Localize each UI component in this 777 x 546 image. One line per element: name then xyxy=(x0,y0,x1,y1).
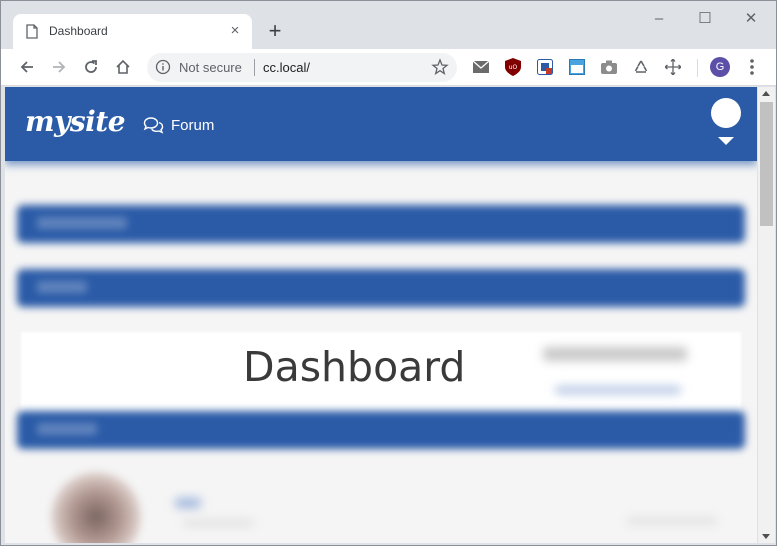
home-icon xyxy=(116,59,130,74)
page-viewport: mysite Forum Dashboard xyxy=(5,87,757,543)
blurred-text xyxy=(543,347,687,361)
camera-icon xyxy=(601,60,617,74)
page-icon xyxy=(26,24,38,39)
star-icon[interactable] xyxy=(431,58,449,76)
user-avatar[interactable] xyxy=(711,98,741,128)
address-divider xyxy=(254,59,255,76)
site-header: mysite Forum xyxy=(5,87,757,161)
nav-forum-label: Forum xyxy=(171,116,215,134)
browser-toolbar: Not secure cc.local/ uO G xyxy=(1,49,776,86)
tab-strip: Dashboard × + – ☐ ✕ xyxy=(1,1,776,49)
panel-header-text xyxy=(37,217,127,229)
move-extension[interactable] xyxy=(664,58,682,76)
extension-icon xyxy=(537,59,553,75)
window-extension[interactable] xyxy=(568,58,586,76)
mail-extension[interactable] xyxy=(472,58,490,76)
info-icon[interactable] xyxy=(155,59,171,75)
menu-icon[interactable] xyxy=(743,57,761,77)
blurred-text xyxy=(627,518,717,524)
move-icon xyxy=(665,59,681,75)
panel-header[interactable] xyxy=(17,205,745,243)
tab-title: Dashboard xyxy=(49,24,108,38)
toolbar-divider xyxy=(697,59,698,77)
scroll-down-icon[interactable] xyxy=(762,534,770,539)
security-label[interactable]: Not secure xyxy=(179,60,242,75)
blurred-link xyxy=(555,387,681,393)
blurred-avatar xyxy=(51,472,141,543)
blurred-text xyxy=(183,520,253,526)
home-button[interactable] xyxy=(111,55,135,79)
address-bar[interactable]: Not secure cc.local/ xyxy=(147,53,457,82)
reload-icon xyxy=(85,60,97,73)
scrollbar-thumb[interactable] xyxy=(760,102,773,226)
scroll-up-icon[interactable] xyxy=(762,91,770,96)
window-icon xyxy=(569,59,585,75)
forward-icon xyxy=(53,61,66,73)
site-logo[interactable]: mysite xyxy=(25,105,126,138)
blurred-link xyxy=(175,498,201,508)
chevron-down-icon[interactable] xyxy=(718,137,734,145)
ublock-extension[interactable]: uO xyxy=(504,58,522,76)
tab-dashboard[interactable]: Dashboard × xyxy=(13,14,252,49)
back-icon xyxy=(20,61,33,73)
panel-header-text xyxy=(37,423,97,435)
maximize-button[interactable]: ☐ xyxy=(693,9,717,29)
url-text[interactable]: cc.local/ xyxy=(263,60,310,75)
svg-text:uO: uO xyxy=(509,64,518,71)
extension-button[interactable] xyxy=(536,58,554,76)
panel-header[interactable] xyxy=(17,269,745,307)
panel-header-text xyxy=(37,281,87,293)
browser-window: Dashboard × + – ☐ ✕ Not secure cc.local/ xyxy=(0,0,777,546)
mail-icon xyxy=(473,61,489,73)
back-button[interactable] xyxy=(15,55,39,79)
recycle-extension[interactable] xyxy=(632,58,650,76)
page-title: Dashboard xyxy=(243,343,466,391)
panel-header[interactable] xyxy=(17,411,745,449)
new-tab-button[interactable]: + xyxy=(263,20,287,44)
nav-forum-link[interactable]: Forum xyxy=(143,114,214,136)
minimize-button[interactable]: – xyxy=(647,9,671,29)
close-window-button[interactable]: ✕ xyxy=(739,9,763,29)
forward-button[interactable] xyxy=(47,55,71,79)
recycle-icon xyxy=(634,60,648,73)
camera-extension[interactable] xyxy=(600,58,618,76)
scrollbar[interactable] xyxy=(758,87,775,543)
chat-icon xyxy=(143,116,164,134)
reload-button[interactable] xyxy=(79,55,103,79)
ublock-icon: uO xyxy=(505,58,521,76)
tab-close-icon[interactable]: × xyxy=(226,22,244,40)
profile-avatar[interactable]: G xyxy=(710,57,730,77)
